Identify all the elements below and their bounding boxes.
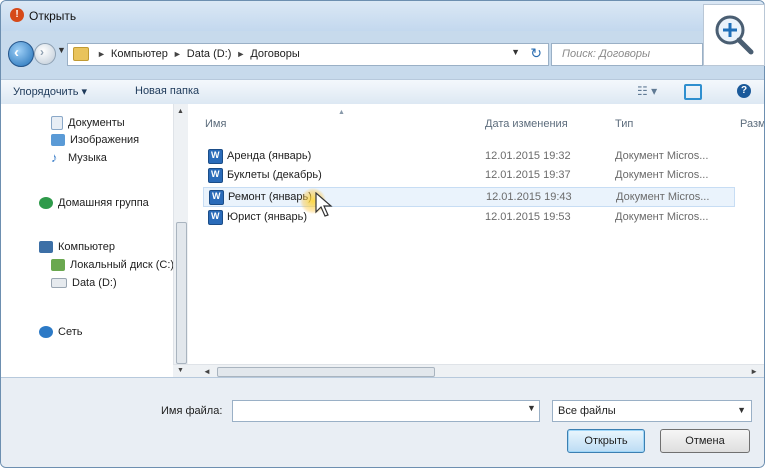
file-row[interactable]: W Аренда (январь) 12.01.2015 19:32 Докум… [203,147,733,165]
file-type: Документ Micros... [615,150,709,162]
scroll-up-icon[interactable]: ▲ [177,108,184,115]
column-header-date[interactable]: Дата изменения [485,118,568,130]
column-header-type[interactable]: Тип [615,118,633,130]
nav-item-pictures[interactable]: Изображения [51,134,139,152]
file-row[interactable]: W Юрист (январь) 12.01.2015 19:53 Докуме… [203,208,733,226]
folder-icon [73,47,89,61]
word-document-icon: W [208,210,223,225]
file-row[interactable]: W Буклеты (декабрь) 12.01.2015 19:37 Док… [203,166,733,184]
file-type: Документ Micros... [616,191,710,203]
pictures-icon [51,134,65,147]
scrollbar-thumb[interactable] [176,222,187,364]
back-button[interactable]: ‹ [8,41,34,67]
filter-value: Все файлы [558,405,616,417]
breadcrumb-item[interactable]: Data (D:) [187,48,232,60]
scrollbar-thumb[interactable] [217,367,435,377]
file-name: Буклеты (декабрь) [227,169,322,181]
title-bar: ! Открыть [1,1,764,31]
file-name: Аренда (январь) [227,150,312,162]
address-bar[interactable]: ► Компьютер ► Data (D:) ► Договоры ▼ ↻ [67,43,549,66]
breadcrumb: ► Компьютер ► Data (D:) ► Договоры [97,48,300,60]
homegroup-icon [39,197,53,210]
arrow-right-icon: › [40,45,44,59]
column-header-name[interactable]: Имя [205,118,226,130]
zoom-in-button[interactable] [703,4,765,66]
music-icon: ♪ [51,150,58,166]
organize-button[interactable]: Упорядочить ▾ [13,85,87,98]
filename-label: Имя файла: [161,405,223,417]
file-date: 12.01.2015 19:32 [485,150,571,162]
computer-icon [39,241,53,254]
arrow-left-icon: ‹ [14,44,19,61]
scroll-right-icon[interactable]: ► [750,367,758,376]
scroll-down-icon[interactable]: ▼ [177,367,184,374]
file-date: 12.01.2015 19:37 [485,169,571,181]
filename-dropdown-icon[interactable]: ▼ [527,403,536,413]
command-bar: Упорядочить ▾ Новая папка ☷ ▾ ? [1,79,764,105]
file-list: ▲ Имя Дата изменения Тип Размер W Аренда… [193,104,764,364]
network-icon [39,326,53,339]
word-document-icon: W [208,168,223,183]
forward-button[interactable]: › [34,43,56,65]
history-dropdown-icon[interactable]: ▼ [57,45,66,55]
magnifier-zoom-icon [715,15,754,55]
chevron-down-icon: ▼ [737,405,746,415]
cancel-button[interactable]: Отмена [660,429,750,453]
content-area: Документы Изображения ♪ Музыка Домашняя г… [1,104,764,379]
nav-item-documents[interactable]: Документы [51,116,125,134]
open-button[interactable]: Открыть [567,429,645,453]
new-folder-button[interactable]: Новая папка [135,85,199,97]
file-date: 12.01.2015 19:43 [486,191,572,203]
open-file-dialog: ! Открыть ‹ › ▼ ► Компьютер ► Data (D:) ► Дог… [0,0,765,468]
word-document-icon: W [208,149,223,164]
address-dropdown-icon[interactable]: ▼ [511,47,520,57]
file-date: 12.01.2015 19:53 [485,211,571,223]
navigation-pane[interactable]: Документы Изображения ♪ Музыка Домашняя г… [1,104,174,364]
refresh-icon[interactable]: ↻ [530,45,542,62]
file-name: Юрист (январь) [227,211,308,223]
word-document-icon: W [209,190,224,205]
drive-d-icon [51,278,67,289]
breadcrumb-item[interactable]: Договоры [250,48,299,60]
file-row-selected[interactable]: W Ремонт (январь) 12.01.2015 19:43 Докум… [203,187,735,207]
filename-input[interactable] [232,400,540,422]
nav-item-computer[interactable]: Компьютер [39,241,115,259]
file-type: Документ Micros... [615,211,709,223]
file-type: Документ Micros... [615,169,709,181]
file-type-filter[interactable]: Все файлы ▼ [552,400,752,422]
mouse-cursor-icon [315,192,333,217]
nav-item-drive-c[interactable]: Локальный диск (C:) [51,259,174,277]
search-input[interactable]: Поиск: Договоры [551,43,703,66]
sort-indicator-icon: ▲ [338,109,345,116]
nav-item-drive-d[interactable]: Data (D:) [51,277,117,295]
view-options-icon[interactable]: ☷ ▾ [637,84,657,98]
documents-icon [51,116,63,130]
window-title: Открыть [29,9,77,23]
preview-pane-icon[interactable] [684,84,702,100]
address-row: ‹ › ▼ ► Компьютер ► Data (D:) ► Договоры ▼ ↻ … [1,37,764,71]
app-icon: ! [10,8,24,22]
nav-item-music[interactable]: ♪ Музыка [51,150,107,170]
navigation-scrollbar[interactable]: ▲ [173,104,188,364]
dialog-footer: Имя файла: ▼ Все файлы ▼ Открыть Отмена [1,377,764,467]
drive-c-icon [51,259,65,272]
nav-item-homegroup[interactable]: Домашняя группа [39,197,149,215]
breadcrumb-item[interactable]: Компьютер [111,48,168,60]
column-header-size[interactable]: Размер [740,118,764,130]
scroll-left-icon[interactable]: ◄ [203,367,211,376]
nav-item-network[interactable]: Сеть [39,326,82,344]
help-icon[interactable]: ? [737,84,751,98]
search-placeholder: Поиск: Договоры [562,48,651,60]
